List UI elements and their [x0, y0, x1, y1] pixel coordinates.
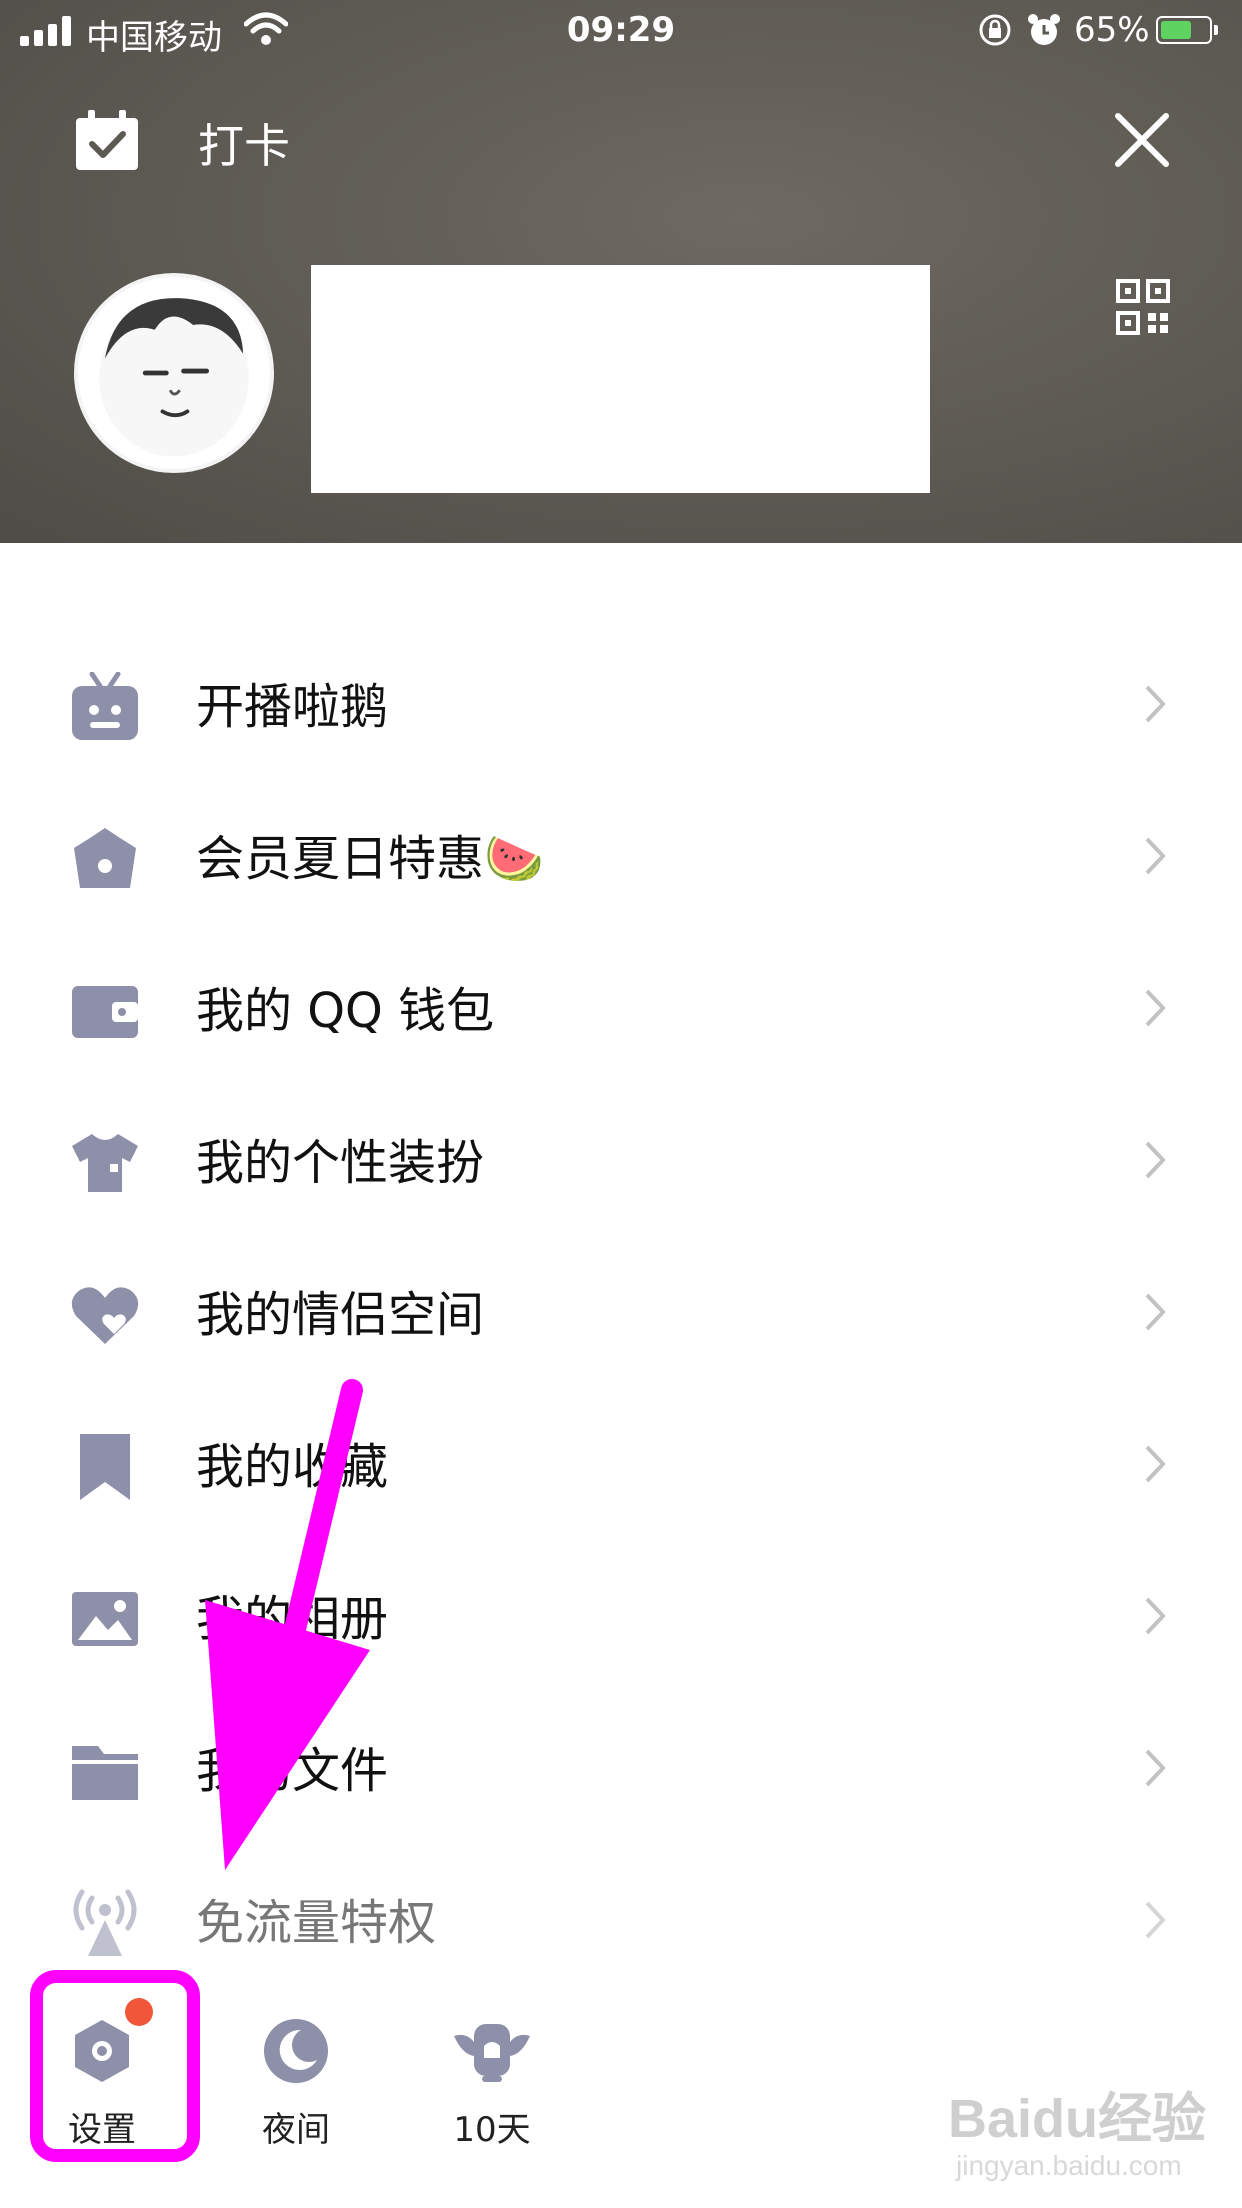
night-mode-button[interactable]: 夜间 — [236, 2016, 356, 2151]
chevron-right-icon — [1145, 1445, 1166, 1483]
menu-item-favorites[interactable]: 我的收藏 — [0, 1392, 1242, 1544]
menu-item-label: 我的情侣空间 — [196, 1287, 485, 1343]
menu-item-live[interactable]: 开播啦鹅 — [0, 632, 1242, 784]
close-icon[interactable] — [1114, 112, 1170, 168]
qr-code-icon[interactable] — [1116, 279, 1170, 335]
days-label: 10天 — [453, 2110, 531, 2150]
menu-item-album[interactable]: 我的相册 — [0, 1544, 1242, 1696]
broadcast-icon — [73, 1889, 137, 1956]
winged-bell-icon — [454, 2024, 530, 2082]
rotation-lock-icon — [979, 14, 1011, 46]
battery-icon — [1156, 16, 1218, 44]
chevron-right-icon — [1145, 1749, 1166, 1787]
chevron-right-icon — [1145, 685, 1166, 723]
chevron-right-icon — [1145, 837, 1166, 875]
crown-icon — [74, 828, 136, 888]
checkin-label[interactable]: 打卡 — [198, 110, 290, 176]
menu-item-label: 我的相册 — [196, 1591, 389, 1647]
calendar-check-icon[interactable] — [74, 110, 140, 172]
nickname-redacted — [311, 265, 930, 493]
avatar[interactable] — [74, 273, 274, 473]
settings-highlight-box — [30, 1970, 200, 2162]
menu-item-files[interactable]: 我的文件 — [0, 1696, 1242, 1848]
menu-item-label: 我的文件 — [196, 1743, 389, 1799]
chevron-right-icon — [1145, 989, 1166, 1027]
battery-fill — [1161, 21, 1191, 39]
wallet-icon — [72, 986, 138, 1038]
chevron-right-icon — [1145, 1901, 1166, 1939]
menu-item-label: 会员夏日特惠🍉 — [196, 831, 544, 887]
menu-item-label: 我的 QQ 钱包 — [196, 983, 495, 1039]
folder-icon — [72, 1746, 138, 1800]
heart-icon — [71, 1287, 139, 1344]
menu-item-wallet[interactable]: 我的 QQ 钱包 — [0, 936, 1242, 1088]
alarm-icon — [1028, 14, 1060, 45]
chevron-right-icon — [1145, 1293, 1166, 1331]
menu-item-theme[interactable]: 我的个性装扮 — [0, 1088, 1242, 1240]
night-label: 夜间 — [262, 2110, 330, 2150]
image-icon — [72, 1592, 138, 1646]
status-bar: 中国移动 09:29 65% — [0, 0, 1242, 62]
profile-header: 中国移动 09:29 65% 打卡 — [0, 0, 1242, 543]
menu-item-vip-promo[interactable]: 会员夏日特惠🍉 — [0, 784, 1242, 936]
avatar-face-image — [99, 298, 249, 457]
chevron-right-icon — [1145, 1141, 1166, 1179]
watermark-url: jingyan.baidu.com — [956, 2150, 1182, 2181]
menu-item-label: 免流量特权 — [196, 1895, 437, 1951]
tv-icon — [72, 672, 138, 740]
menu-item-label: 我的个性装扮 — [196, 1135, 485, 1191]
chevron-right-icon — [1145, 1597, 1166, 1635]
shirt-icon — [72, 1134, 138, 1192]
battery-percent: 65% — [1074, 10, 1150, 50]
menu-item-couple-space[interactable]: 我的情侣空间 — [0, 1240, 1242, 1392]
days-button[interactable]: 10天 — [432, 2016, 552, 2151]
moon-icon — [264, 2019, 328, 2083]
bookmark-icon — [80, 1434, 130, 1500]
menu-item-label: 我的收藏 — [196, 1439, 389, 1495]
watermark: Baidu经验 — [948, 2089, 1207, 2149]
menu-item-label: 开播啦鹅 — [196, 679, 389, 735]
